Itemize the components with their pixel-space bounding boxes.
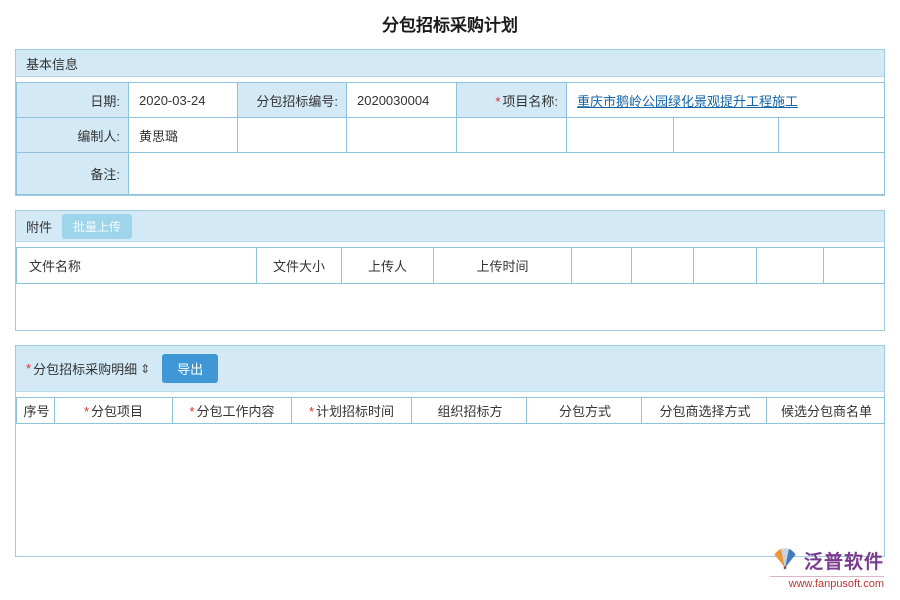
brand-name: 泛普软件	[804, 547, 884, 574]
required-asterisk: *	[495, 94, 500, 109]
empty-cell	[694, 248, 757, 284]
project-name-cell: 重庆市鹅岭公园绿化景观提升工程施工	[567, 83, 885, 118]
col-organizer: 组织招标方	[412, 398, 527, 424]
basic-info-row-2: 编制人: 黄思璐	[17, 118, 885, 153]
brand-website[interactable]: www.fanpusoft.com	[770, 576, 884, 590]
detail-empty-area	[16, 424, 884, 556]
detail-title: 分包招标采购明细	[33, 359, 137, 378]
col-upload-time: 上传时间	[434, 248, 572, 284]
col-file-name: 文件名称	[17, 248, 257, 284]
sort-arrows-icon[interactable]: ⇕	[140, 362, 150, 376]
fan-logo-icon	[770, 546, 800, 575]
basic-info-table-wrap: 日期: 2020-03-24 分包招标编号: 2020030004 *项目名称:…	[16, 77, 884, 195]
remark-value[interactable]	[129, 153, 885, 195]
bid-no-value[interactable]: 2020030004	[347, 83, 457, 118]
basic-info-title: 基本信息	[26, 54, 78, 73]
required-asterisk: *	[26, 361, 31, 376]
empty-cell	[567, 118, 674, 153]
col-plan-bid-time: *计划招标时间	[292, 398, 412, 424]
attachments-header: 附件 批量上传	[16, 211, 884, 242]
detail-table: 序号 *分包项目 *分包工作内容 *计划招标时间 组织招标方 分包方式 分包商选…	[16, 397, 885, 424]
footer-brand: 泛普软件 www.fanpusoft.com	[770, 546, 884, 590]
attachments-header-row: 文件名称 文件大小 上传人 上传时间	[17, 248, 885, 284]
author-label: 编制人:	[17, 118, 129, 153]
basic-info-table: 日期: 2020-03-24 分包招标编号: 2020030004 *项目名称:…	[16, 82, 885, 195]
col-file-size: 文件大小	[257, 248, 342, 284]
project-name-label: *项目名称:	[457, 83, 567, 118]
attachments-table-wrap: 文件名称 文件大小 上传人 上传时间	[16, 242, 884, 330]
col-selection-method: 分包商选择方式	[642, 398, 767, 424]
col-seq: 序号	[17, 398, 55, 424]
basic-info-header: 基本信息	[16, 50, 884, 77]
empty-cell	[347, 118, 457, 153]
brand-row: 泛普软件	[770, 546, 884, 575]
empty-cell	[457, 118, 567, 153]
detail-section: * 分包招标采购明细 ⇕ 导出 序号 *分包项目 *分包工作内容 *计划招标时间…	[15, 345, 885, 557]
col-uploader: 上传人	[342, 248, 434, 284]
empty-cell	[238, 118, 347, 153]
attachments-title: 附件	[26, 217, 52, 236]
detail-header: * 分包招标采购明细 ⇕ 导出	[16, 346, 884, 392]
export-button[interactable]: 导出	[162, 354, 218, 383]
empty-cell	[824, 248, 885, 284]
remark-label: 备注:	[17, 153, 129, 195]
attachments-empty-area	[16, 284, 884, 330]
col-candidate-list: 候选分包商名单	[767, 398, 885, 424]
detail-table-wrap: 序号 *分包项目 *分包工作内容 *计划招标时间 组织招标方 分包方式 分包商选…	[16, 392, 884, 556]
page-title: 分包招标采购计划	[0, 0, 900, 49]
date-label: 日期:	[17, 83, 129, 118]
date-value[interactable]: 2020-03-24	[129, 83, 238, 118]
basic-info-row-3: 备注:	[17, 153, 885, 195]
empty-cell	[572, 248, 632, 284]
col-subcontract-item: *分包项目	[55, 398, 173, 424]
empty-cell	[632, 248, 694, 284]
bid-no-label: 分包招标编号:	[238, 83, 347, 118]
basic-info-row-1: 日期: 2020-03-24 分包招标编号: 2020030004 *项目名称:…	[17, 83, 885, 118]
col-subcontract-method: 分包方式	[527, 398, 642, 424]
attachments-section: 附件 批量上传 文件名称 文件大小 上传人 上传时间	[15, 210, 885, 331]
empty-cell	[674, 118, 779, 153]
author-value[interactable]: 黄思璐	[129, 118, 238, 153]
batch-upload-button[interactable]: 批量上传	[62, 214, 132, 239]
basic-info-section: 基本信息 日期: 2020-03-24 分包招标编号: 2020030004 *…	[15, 49, 885, 196]
project-name-link[interactable]: 重庆市鹅岭公园绿化景观提升工程施工	[577, 94, 798, 109]
detail-header-row: 序号 *分包项目 *分包工作内容 *计划招标时间 组织招标方 分包方式 分包商选…	[17, 398, 885, 424]
col-work-content: *分包工作内容	[173, 398, 292, 424]
empty-cell	[779, 118, 885, 153]
attachments-table: 文件名称 文件大小 上传人 上传时间	[16, 247, 885, 284]
empty-cell	[757, 248, 824, 284]
